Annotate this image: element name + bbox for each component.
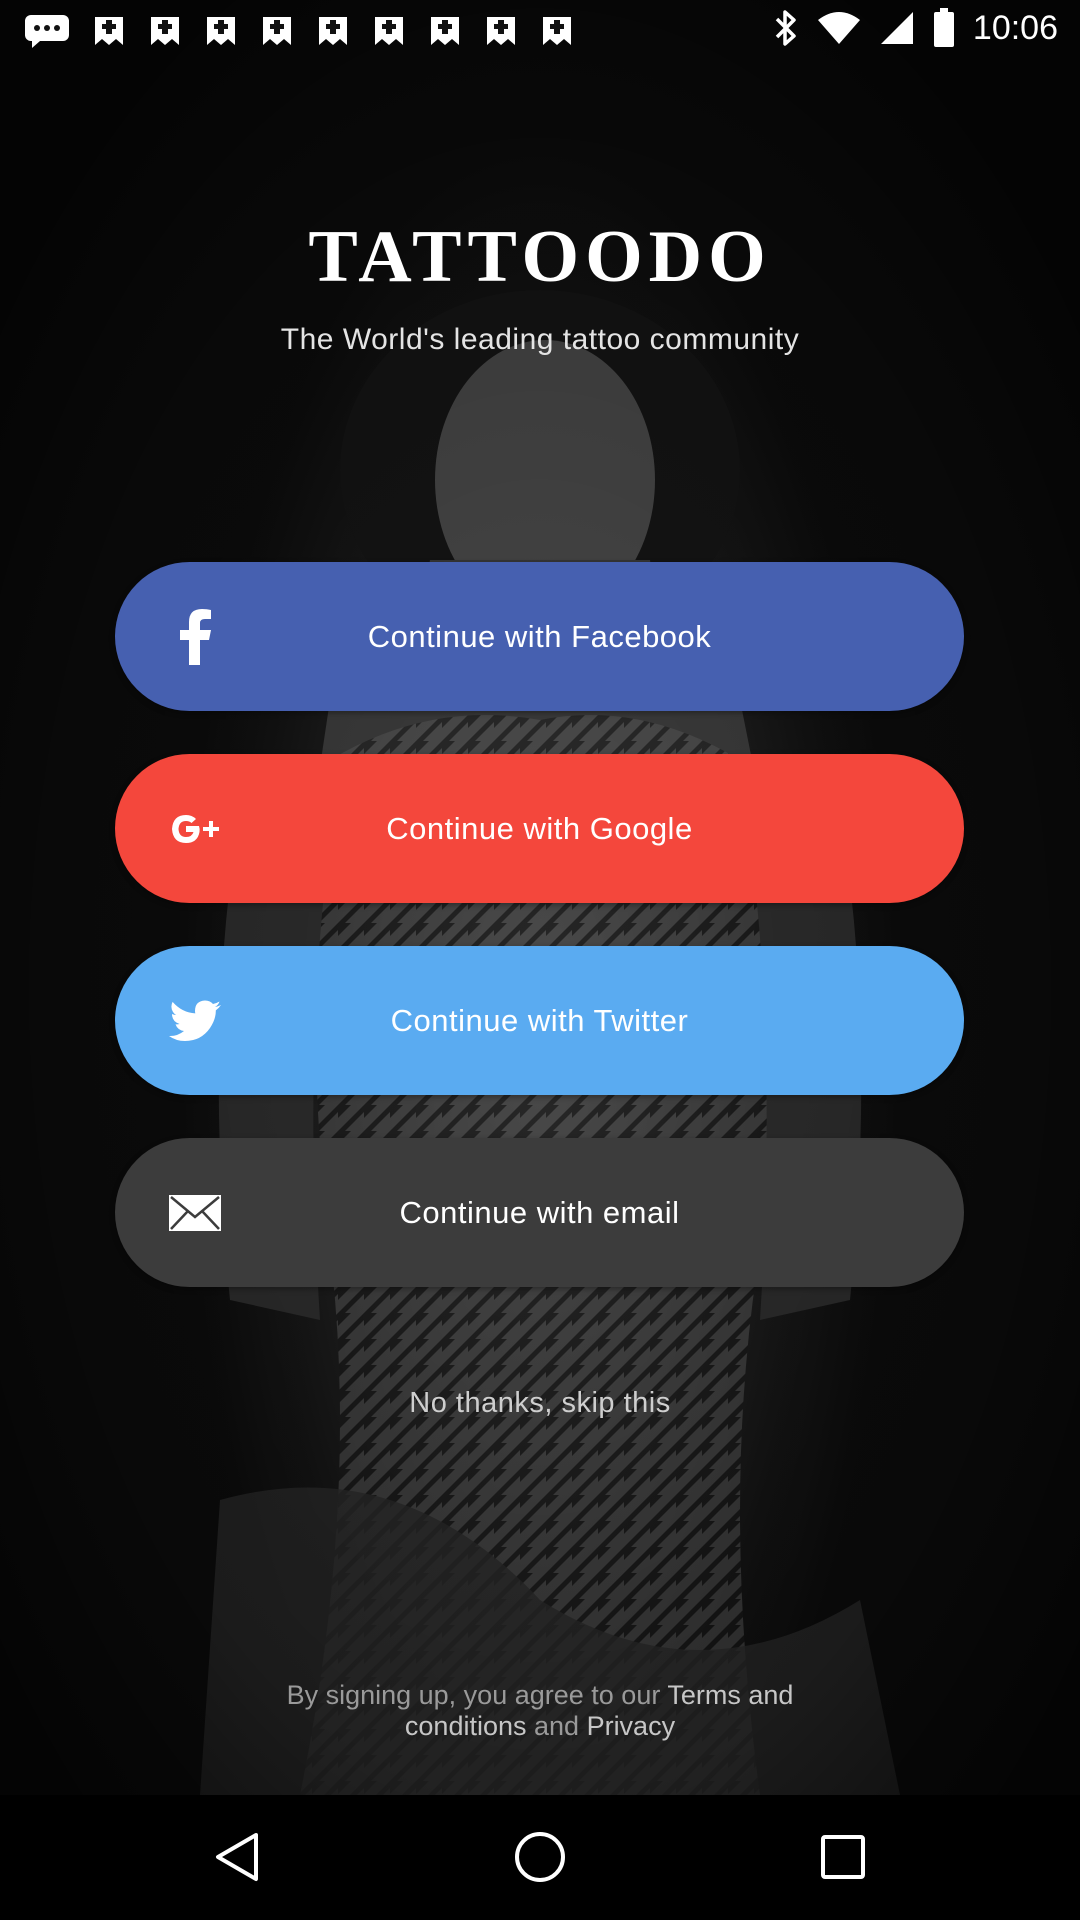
login-screen: 10:06 TATTOODO The World's leading tatto… bbox=[0, 0, 1080, 1920]
status-bar: 10:06 bbox=[0, 0, 1080, 62]
system-icons: 10:06 bbox=[773, 8, 1058, 48]
facebook-login-label: Continue with Facebook bbox=[367, 618, 712, 654]
battery-icon bbox=[933, 8, 955, 48]
ticket-icon bbox=[92, 14, 126, 48]
facebook-icon bbox=[165, 607, 225, 667]
ticket-icon bbox=[204, 14, 238, 48]
google-plus-icon bbox=[165, 799, 225, 859]
ticket-icon bbox=[540, 14, 574, 48]
back-icon[interactable] bbox=[202, 1822, 272, 1892]
legal-middle: and bbox=[526, 1711, 587, 1741]
privacy-link[interactable]: Privacy bbox=[587, 1711, 676, 1741]
facebook-login-button[interactable]: Continue with Facebook bbox=[115, 562, 964, 711]
skip-link[interactable]: No thanks, skip this bbox=[0, 1387, 1080, 1420]
ticket-icon bbox=[260, 14, 294, 48]
signal-icon bbox=[879, 10, 915, 46]
envelope-icon bbox=[165, 1183, 225, 1243]
ticket-icon bbox=[484, 14, 518, 48]
ticket-icon bbox=[372, 14, 406, 48]
bluetooth-icon bbox=[773, 8, 799, 48]
google-login-button[interactable]: Continue with Google bbox=[115, 754, 964, 903]
recents-icon[interactable] bbox=[808, 1822, 878, 1892]
chat-bubble-icon bbox=[24, 14, 70, 48]
email-login-button[interactable]: Continue with email bbox=[115, 1138, 964, 1287]
twitter-login-label: Continue with Twitter bbox=[390, 1002, 689, 1038]
legal-notice: By signing up, you agree to our Terms an… bbox=[240, 1680, 840, 1742]
twitter-bird-icon bbox=[165, 991, 225, 1051]
twitter-login-button[interactable]: Continue with Twitter bbox=[115, 946, 964, 1095]
ticket-icon bbox=[428, 14, 462, 48]
legal-prefix: By signing up, you agree to our bbox=[286, 1680, 668, 1710]
ticket-icon bbox=[316, 14, 350, 48]
status-time: 10:06 bbox=[972, 8, 1058, 47]
navigation-bar bbox=[0, 1795, 1080, 1920]
app-logo: TATTOODO bbox=[308, 216, 772, 298]
notification-icons bbox=[24, 14, 574, 48]
wifi-icon bbox=[817, 10, 861, 46]
home-icon[interactable] bbox=[505, 1822, 575, 1892]
google-login-label: Continue with Google bbox=[386, 810, 693, 846]
tagline: The World's leading tattoo community bbox=[280, 323, 800, 356]
email-login-label: Continue with email bbox=[399, 1194, 680, 1230]
ticket-icon bbox=[148, 14, 182, 48]
